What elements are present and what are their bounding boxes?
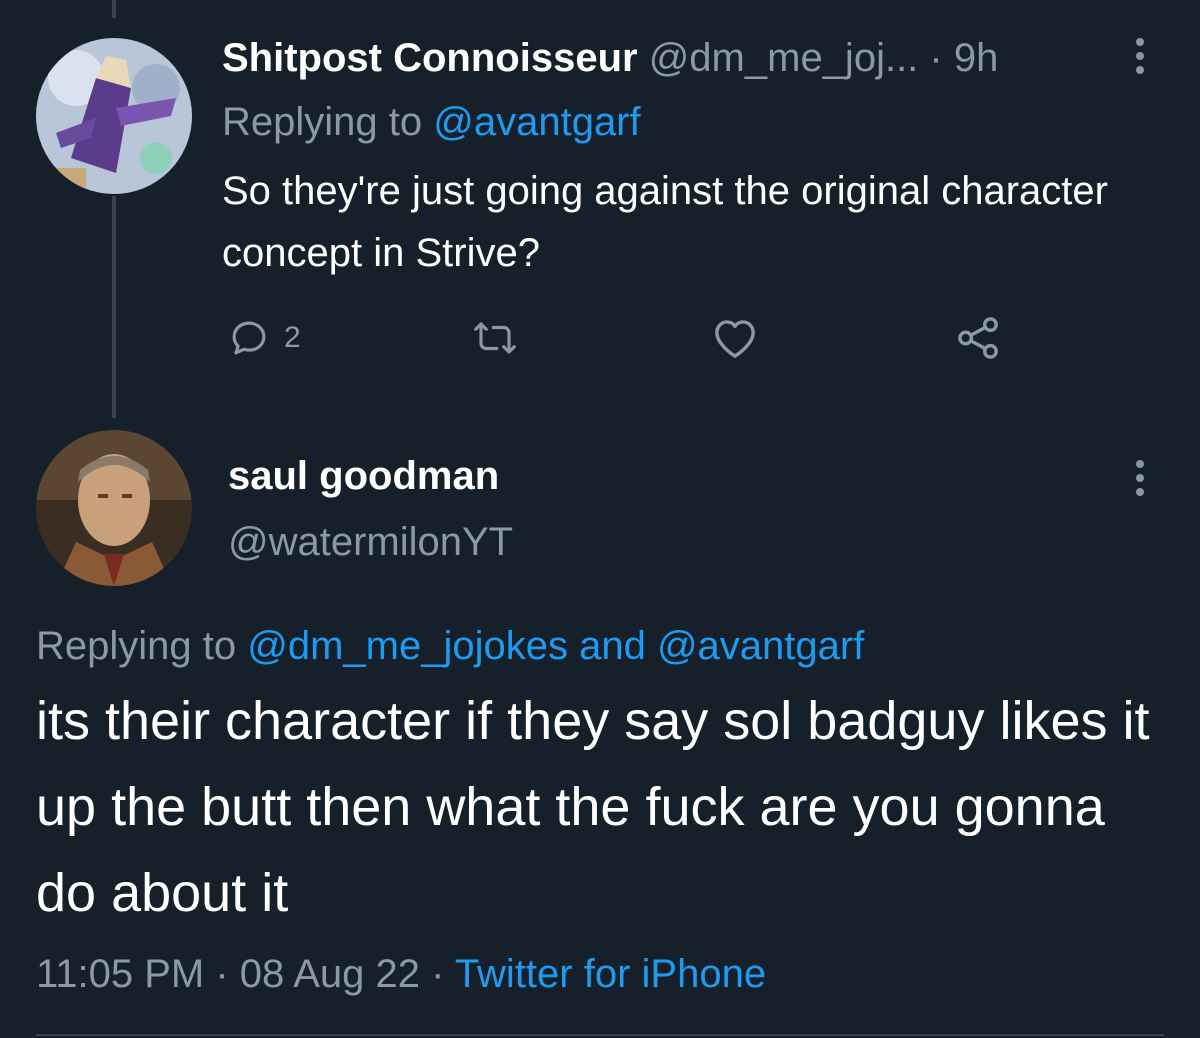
thread-line-top — [112, 0, 116, 18]
replying-to-label: Replying to — [36, 624, 248, 668]
more-options-icon[interactable] — [1135, 38, 1145, 74]
mention-link[interactable]: @dm_me_jojokes — [247, 624, 568, 668]
divider — [36, 1034, 1164, 1036]
tweet-time[interactable]: 11:05 PM — [36, 952, 204, 996]
client-link[interactable]: Twitter for iPhone — [455, 952, 766, 996]
tweet-header: Shitpost Connoisseur @dm_me_joj... · 9h — [222, 30, 998, 86]
avatar[interactable] — [36, 430, 192, 586]
display-name[interactable]: Shitpost Connoisseur — [222, 36, 638, 80]
separator: · — [929, 36, 943, 80]
reply-count: 2 — [284, 321, 301, 354]
avatar[interactable] — [36, 38, 192, 194]
display-name[interactable]: saul goodman — [228, 448, 499, 504]
tweet-text: its their character if they say sol badg… — [36, 691, 1150, 923]
reply-icon — [232, 321, 266, 355]
replying-and: and — [567, 624, 657, 668]
mention-link[interactable]: @avantgarf — [433, 100, 640, 144]
mention-link[interactable]: @avantgarf — [657, 624, 864, 668]
timestamp[interactable]: 9h — [954, 36, 999, 80]
meta-separator: · — [419, 952, 455, 996]
reply-button[interactable]: 2 — [228, 312, 301, 364]
tweet-date[interactable]: 08 Aug 22 — [240, 952, 420, 996]
share-icon — [958, 317, 998, 359]
tweet-metadata: 11:05 PM · 08 Aug 22 · Twitter for iPhon… — [36, 946, 766, 1002]
like-button[interactable] — [712, 312, 758, 364]
more-options-icon[interactable] — [1135, 460, 1145, 496]
replying-to-label: Replying to — [222, 100, 434, 144]
tweet-text: So they're just going against the origin… — [222, 169, 1108, 275]
replying-to-line: Replying to @avantgarf — [222, 94, 641, 150]
thread-line-connector — [112, 196, 116, 418]
retweet-button[interactable] — [470, 312, 520, 364]
retweet-icon — [474, 322, 516, 354]
share-button[interactable] — [956, 312, 1002, 364]
handle[interactable]: @watermilonYT — [228, 514, 513, 570]
handle[interactable]: @dm_me_joj... — [649, 36, 919, 80]
replying-to-line: Replying to @dm_me_jojokes and @avantgar… — [36, 618, 864, 674]
meta-separator: · — [204, 952, 240, 996]
heart-icon — [715, 320, 755, 358]
